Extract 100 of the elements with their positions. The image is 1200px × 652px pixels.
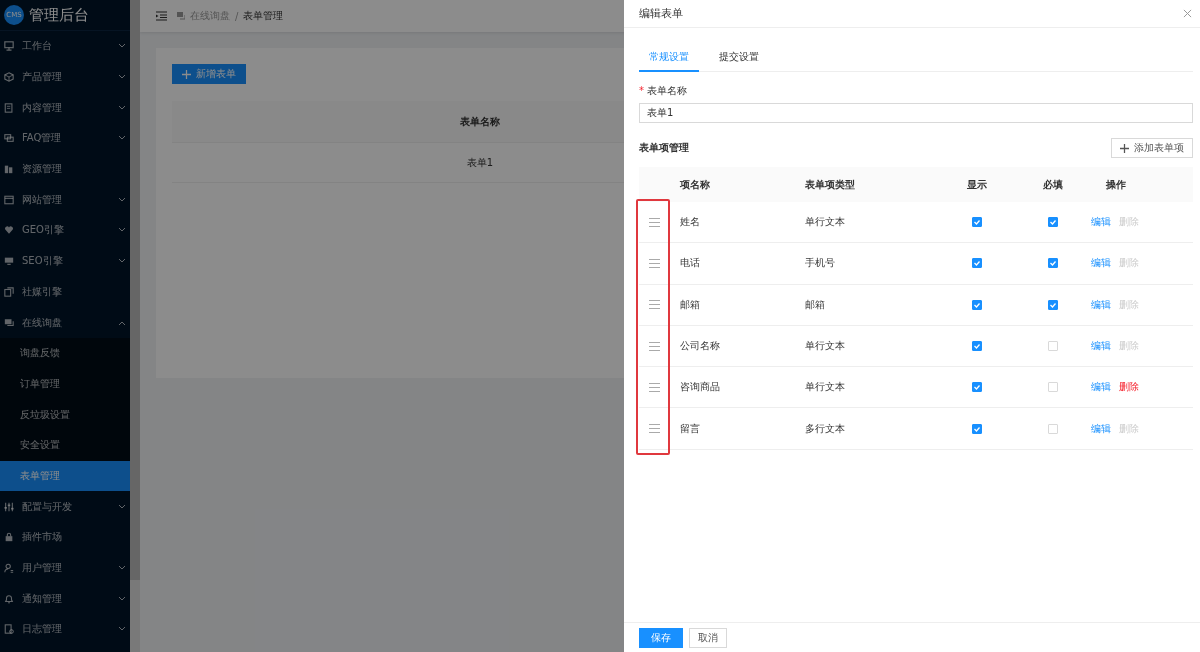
drag-handle-icon[interactable] (649, 424, 660, 434)
edit-link[interactable]: 编辑 (1091, 297, 1111, 312)
monitor-icon (4, 41, 14, 52)
edit-link[interactable]: 编辑 (1091, 215, 1111, 230)
plus-icon (1120, 143, 1129, 153)
delete-link[interactable]: 删除 (1119, 380, 1139, 395)
chat-icon (4, 133, 14, 144)
sidebar-item[interactable]: GEO引擎 (0, 215, 130, 246)
sidebar-item[interactable]: 产品管理 (0, 61, 130, 93)
sidebar-subitem[interactable]: 询盘反馈 (0, 337, 130, 369)
checkbox[interactable] (971, 258, 982, 269)
chevron-icon (118, 196, 126, 203)
edit-link[interactable]: 编辑 (1091, 339, 1111, 354)
tab[interactable]: 常规设置 (639, 46, 699, 72)
sidebar-item[interactable]: 用户管理 (0, 552, 130, 584)
checkbox[interactable] (1047, 299, 1058, 310)
sidebar-subitem[interactable]: 安全设置 (0, 429, 130, 461)
table-cell-text: 留言 (680, 421, 701, 436)
column-header: 表单项类型 (805, 177, 856, 192)
drag-handle-icon[interactable] (649, 258, 660, 268)
chevron-icon (118, 135, 126, 142)
table-cell-text: 多行文本 (805, 421, 846, 436)
table-cell-text: 姓名 (680, 215, 701, 230)
add-form-button[interactable]: 新增表单 (172, 64, 246, 84)
edit-link[interactable]: 编辑 (1091, 380, 1111, 395)
user-icon (4, 563, 14, 574)
column-header: 显示 (966, 177, 987, 192)
document-icon (4, 102, 14, 113)
table-cell-text: 公司名称 (680, 339, 721, 354)
breadcrumb-separator: / (235, 10, 239, 22)
checkbox[interactable] (1047, 258, 1058, 269)
cancel-button[interactable]: 取消 (689, 627, 727, 648)
sidebar-item[interactable]: SEO引擎 (0, 245, 130, 277)
edit-link[interactable]: 编辑 (1091, 421, 1111, 436)
sidebar-item[interactable]: 通知管理 (0, 583, 130, 615)
monitor-icon (4, 256, 14, 267)
sidebar-item[interactable]: 网站管理 (0, 184, 130, 216)
checkbox[interactable] (1047, 217, 1058, 228)
required-mark: * (639, 85, 644, 96)
checkbox[interactable] (971, 382, 982, 393)
scrollbar[interactable] (130, 0, 140, 652)
sidebar-item[interactable]: FAQ管理 (0, 123, 130, 154)
document-icon (4, 624, 14, 635)
table-cell-text: 单行文本 (805, 215, 846, 230)
checkbox[interactable] (971, 341, 982, 352)
heart-icon (4, 225, 14, 236)
checkbox[interactable] (971, 423, 982, 434)
sidebar-item[interactable]: 社媒引擎 (0, 276, 130, 308)
menu-icon[interactable] (156, 11, 167, 21)
add-item-button[interactable]: 添加表单项 (1111, 138, 1193, 158)
chevron-icon (118, 258, 126, 265)
drawer-title: 编辑表单 (639, 6, 683, 21)
chat-icon (177, 12, 185, 20)
lock-icon (4, 532, 14, 543)
checkbox[interactable] (971, 217, 982, 228)
app-title: 管理后台 (29, 5, 89, 25)
table-cell-text: 邮箱 (680, 297, 701, 312)
sidebar-item[interactable]: 内容管理 (0, 92, 130, 124)
chevron-icon (118, 227, 126, 234)
cube-icon (4, 72, 14, 83)
sliders-icon (4, 501, 14, 512)
drag-handle-icon[interactable] (649, 300, 660, 310)
field-label: 表单名称 (647, 85, 688, 96)
breadcrumb-current: 表单管理 (243, 9, 284, 23)
sidebar-item[interactable]: 配置与开发 (0, 491, 130, 522)
sidebar-item[interactable]: 在线询盘 (0, 307, 130, 338)
chevron-icon (118, 104, 126, 111)
chevron-icon (118, 74, 126, 81)
tab[interactable]: 提交设置 (709, 46, 769, 72)
column-header: 操作 (1105, 177, 1127, 192)
drag-handle-icon[interactable] (649, 217, 660, 227)
table-cell-text: 单行文本 (805, 339, 846, 354)
table-cell-text: 邮箱 (805, 297, 826, 312)
form-name-field[interactable]: 表单1 (639, 103, 1193, 123)
sidebar-item[interactable]: 资源管理 (0, 153, 130, 185)
chevron-icon (118, 595, 126, 602)
sidebar-subitem[interactable]: 表单管理 (0, 460, 130, 492)
plus-icon (182, 69, 191, 79)
sidebar-item[interactable]: 日志管理 (0, 614, 130, 645)
sidebar-item[interactable]: 插件市场 (0, 522, 130, 553)
sidebar-item[interactable]: 工作台 (0, 31, 130, 62)
save-button[interactable]: 保存 (639, 627, 683, 648)
table-cell-text: 单行文本 (805, 380, 846, 395)
edit-link[interactable]: 编辑 (1091, 256, 1111, 271)
drag-handle-icon[interactable] (649, 382, 660, 392)
chevron-icon (118, 43, 126, 50)
chevron-icon (118, 626, 126, 633)
chevron-icon (118, 319, 126, 326)
window-icon (4, 194, 14, 205)
table-cell-text: 手机号 (805, 256, 836, 271)
section-title: 表单项管理 (639, 141, 689, 155)
close-icon[interactable] (1183, 9, 1192, 18)
chat-icon (4, 317, 14, 328)
chevron-icon (118, 503, 126, 510)
chevron-icon (118, 565, 126, 572)
sidebar-subitem[interactable]: 反垃圾设置 (0, 399, 130, 430)
checkbox[interactable] (971, 299, 982, 310)
drag-handle-icon[interactable] (649, 341, 660, 351)
bell-icon (4, 593, 14, 604)
sidebar-subitem[interactable]: 订单管理 (0, 368, 130, 400)
